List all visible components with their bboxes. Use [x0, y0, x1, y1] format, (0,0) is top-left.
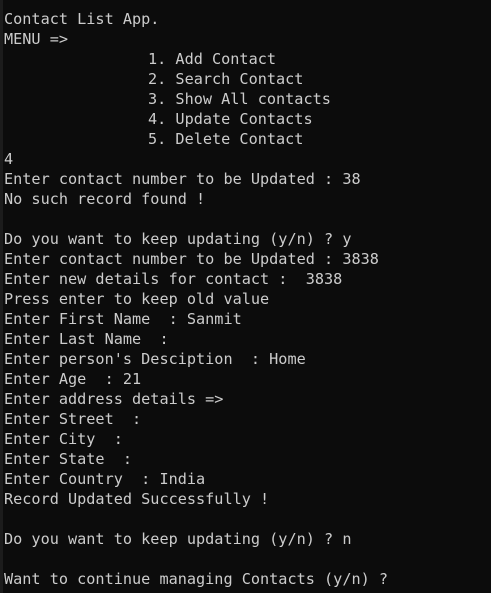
- street-prompt-line: Enter Street :: [4, 410, 142, 428]
- menu-option-search-contact: 2. Search Contact: [148, 70, 304, 88]
- keep-updating-prompt-line: Do you want to keep updating (y/n) ? y: [4, 230, 352, 248]
- no-record-message-line: No such record found !: [4, 190, 206, 208]
- new-details-header-line: Enter new details for contact : 3838: [4, 270, 343, 288]
- keep-updating-prompt-line: Do you want to keep updating (y/n) ? n: [4, 530, 352, 548]
- menu-option-delete-contact: 5. Delete Contact: [148, 130, 304, 148]
- menu-option-add-contact: 1. Add Contact: [148, 50, 277, 68]
- description-prompt-line: Enter person's Desciption : Home: [4, 350, 306, 368]
- update-success-message-line: Record Updated Successfully !: [4, 490, 270, 508]
- prompt-contact-number-line: Enter contact number to be Updated : 38: [4, 170, 361, 188]
- menu-option-show-all-contacts: 3. Show All contacts: [148, 90, 331, 108]
- country-prompt-line: Enter Country : India: [4, 470, 206, 488]
- prompt-contact-number-line: Enter contact number to be Updated : 383…: [4, 250, 379, 268]
- menu-option-update-contacts: 4. Update Contacts: [148, 110, 313, 128]
- age-prompt-line: Enter Age : 21: [4, 370, 142, 388]
- keep-old-value-hint-line: Press enter to keep old value: [4, 290, 270, 308]
- console-window[interactable]: Contact List App. MENU => 1. Add Contact…: [0, 0, 491, 593]
- address-details-header-line: Enter address details =>: [4, 390, 224, 408]
- city-prompt-line: Enter City :: [4, 430, 123, 448]
- last-name-prompt-line: Enter Last Name :: [4, 330, 169, 348]
- state-prompt-line: Enter State :: [4, 450, 133, 468]
- user-menu-choice-line: 4: [4, 150, 14, 168]
- menu-label-line: MENU =>: [4, 30, 69, 48]
- window-left-edge: [0, 0, 3, 593]
- first-name-prompt-line: Enter First Name : Sanmit: [4, 310, 242, 328]
- app-title-line: Contact List App.: [4, 10, 160, 28]
- console-output: Contact List App. MENU => 1. Add Contact…: [4, 9, 388, 589]
- continue-managing-prompt-line[interactable]: Want to continue managing Contacts (y/n)…: [4, 569, 388, 589]
